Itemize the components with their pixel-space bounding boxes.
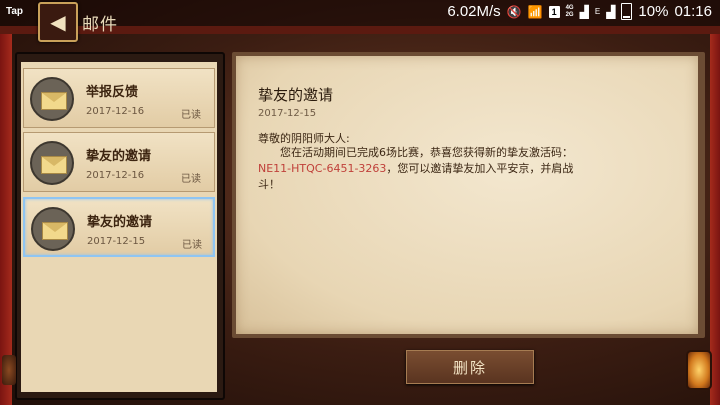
network-badge: 1: [548, 5, 560, 18]
back-button[interactable]: ◀: [38, 2, 78, 42]
letter-body: 您在活动期间已完成6场比赛，恭喜您获得新的挚友激活码： NE11-HTQC-64…: [258, 145, 638, 193]
left-curtain: [0, 26, 12, 405]
mail-status: 已读: [181, 174, 201, 185]
letter-greeting: 尊敬的阴阳师大人:: [258, 132, 350, 145]
status-right-group: 6.02M/s 🔇 📶 1 4G 2G ▟ E ▟ 10% 01:16: [447, 3, 712, 20]
wifi-icon: 📶: [527, 4, 543, 19]
envelope-icon: [42, 222, 68, 240]
mail-date: 2017-12-16: [86, 170, 145, 181]
letter-line-1: 您在活动期间已完成6场比赛，恭喜您获得新的挚友激活码：: [280, 146, 573, 159]
battery-icon: [621, 3, 633, 20]
envelope-icon: [41, 156, 67, 174]
letter-line-2-text: ，您可以邀请挚友加入平安京，并肩战: [386, 162, 574, 175]
lantern-icon: [686, 350, 712, 390]
signal-icon: ▟: [579, 4, 589, 19]
mail-item-selected[interactable]: 挚友的邀请 2017-12-15 已读: [23, 197, 215, 257]
mail-status: 已读: [182, 240, 202, 251]
envelope-icon: [41, 92, 67, 110]
activation-code: NE11-HTQC-6451-3263: [258, 162, 387, 175]
letter-line-3: 斗！: [258, 178, 280, 191]
mail-date: 2017-12-15: [87, 236, 146, 247]
mail-list-panel: 举报反馈 2017-12-16 已读 挚友的邀请 2017-12-16 已读 挚…: [15, 52, 225, 400]
mail-date: 2017-12-16: [86, 106, 145, 117]
letter-date: 2017-12-15: [258, 108, 317, 119]
back-arrow-icon: ◀: [50, 10, 66, 34]
mail-item[interactable]: 举报反馈 2017-12-16 已读: [23, 68, 215, 128]
mail-list[interactable]: 举报反馈 2017-12-16 已读 挚友的邀请 2017-12-16 已读 挚…: [21, 62, 217, 392]
network-type-bottom: 2G: [565, 11, 574, 18]
letter-title: 挚友的邀请: [258, 86, 334, 104]
battery-level: 10%: [638, 3, 669, 20]
right-curtain: [710, 26, 720, 405]
delete-button[interactable]: 删除: [406, 350, 534, 384]
network-speed: 6.02M/s: [447, 3, 501, 20]
letter-line-2: NE11-HTQC-6451-3263，您可以邀请挚友加入平安京，并肩战: [258, 161, 638, 177]
page-title: 邮件: [82, 15, 118, 35]
envelope-badge: [30, 77, 74, 121]
mail-item[interactable]: 挚友的邀请 2017-12-16 已读: [23, 132, 215, 192]
mail-title: 挚友的邀请: [87, 215, 153, 230]
clock: 01:16: [674, 3, 712, 20]
mail-title: 挚友的邀请: [86, 149, 152, 164]
letter-paper: 挚友的邀请 2017-12-15 尊敬的阴阳师大人: 您在活动期间已完成6场比赛…: [236, 56, 698, 334]
mail-title: 举报反馈: [86, 85, 139, 100]
lantern-left-icon: [2, 355, 16, 385]
carrier-small: E: [594, 7, 601, 16]
status-tap-label: Tap: [6, 6, 24, 17]
network-type-top: 4G: [565, 4, 574, 11]
envelope-badge: [31, 207, 75, 251]
mail-status: 已读: [181, 110, 201, 121]
envelope-badge: [30, 141, 74, 185]
network-type: 4G 2G: [566, 5, 574, 19]
mute-icon: 🔇: [506, 4, 522, 19]
signal-icon-2: ▟: [606, 4, 616, 19]
